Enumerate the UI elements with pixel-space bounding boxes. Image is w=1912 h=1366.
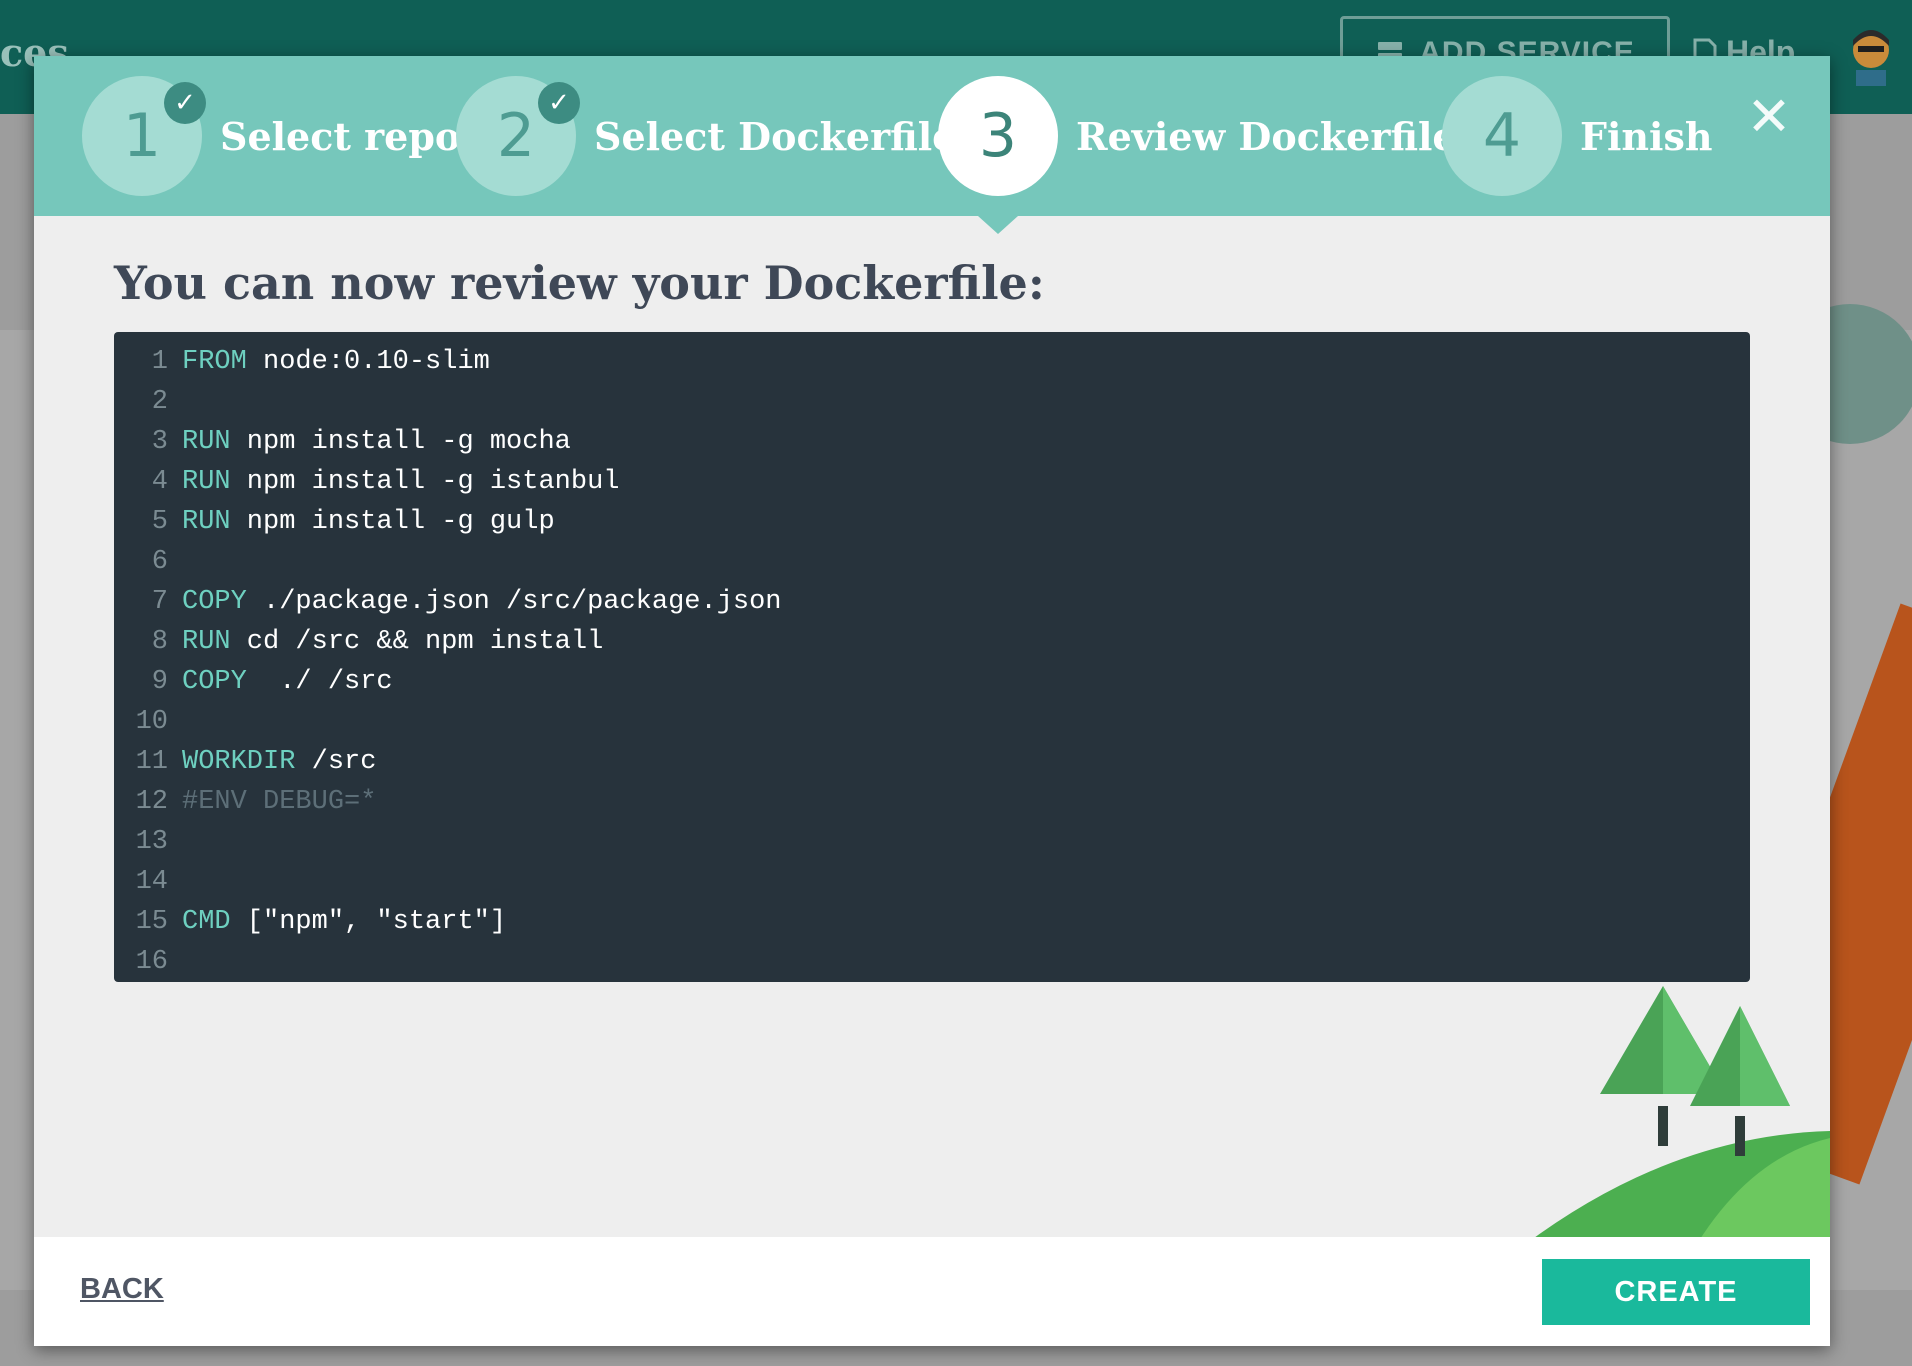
code-arguments: npm install -g istanbul (230, 467, 620, 497)
code-keyword: CMD (182, 907, 231, 937)
line-number: 7 (151, 587, 168, 617)
line-number: 5 (151, 507, 168, 537)
code-arguments: cd /src && npm install (230, 627, 604, 657)
line-number: 13 (135, 827, 168, 857)
avatar[interactable] (1846, 26, 1896, 86)
step-label: Finish (1580, 113, 1713, 159)
check-icon: ✓ (538, 82, 580, 124)
code-arguments: node:0.10-slim (246, 347, 490, 377)
step-number: 3 (978, 101, 1018, 171)
step-number-circle: 3 (938, 76, 1058, 196)
code-comment: #ENV DEBUG=* (182, 787, 377, 817)
code-arguments: ["npm", "start"] (230, 907, 507, 937)
code-arguments: npm install -g gulp (230, 507, 555, 537)
line-number: 16 (135, 947, 168, 977)
line-number: 2 (151, 387, 168, 417)
code-line: 13 (114, 822, 182, 862)
line-number: 9 (151, 667, 168, 697)
active-step-pointer (978, 216, 1018, 234)
code-line: 12 #ENV DEBUG=* (114, 782, 377, 822)
line-number: 14 (135, 867, 168, 897)
code-arguments: /src (295, 747, 377, 777)
code-line: 6 (114, 542, 182, 582)
step-label: Select Dockerfile (594, 113, 957, 159)
code-keyword: RUN (182, 467, 231, 497)
step-number-circle: 2 ✓ (456, 76, 580, 196)
code-arguments: npm install -g mocha (230, 427, 571, 457)
code-keyword: RUN (182, 427, 231, 457)
step-number: 4 (1482, 101, 1522, 171)
wizard-steps: 1 ✓ Select repo 2 ✓ Select Dockerfile 3 … (34, 56, 1830, 216)
step-number-circle: 1 ✓ (82, 76, 206, 196)
step-number-circle: 4 (1442, 76, 1562, 196)
code-line: 2 (114, 382, 182, 422)
code-line: 1 FROM node:0.10-slim (114, 342, 490, 382)
step-review-dockerfile[interactable]: 3 Review Dockerfile (938, 76, 1457, 196)
code-arguments: ./package.json /src/package.json (246, 587, 782, 617)
code-line: 7 COPY ./package.json /src/package.json (114, 582, 782, 622)
line-number: 1 (151, 347, 168, 377)
code-keyword: WORKDIR (182, 747, 296, 777)
code-line: 15 CMD ["npm", "start"] (114, 902, 506, 942)
create-button[interactable]: CREATE (1542, 1259, 1810, 1325)
code-line: 3 RUN npm install -g mocha (114, 422, 571, 462)
code-keyword: COPY (182, 667, 247, 697)
code-keyword: RUN (182, 507, 231, 537)
code-keyword: COPY (182, 587, 247, 617)
code-line: 11 WORKDIR /src (114, 742, 377, 782)
line-number: 8 (151, 627, 168, 657)
step-label: Select repo (220, 113, 461, 159)
step-select-dockerfile[interactable]: 2 ✓ Select Dockerfile (456, 76, 956, 196)
line-number: 10 (135, 707, 168, 737)
step-finish[interactable]: 4 Finish (1442, 76, 1713, 196)
create-service-modal: 1 ✓ Select repo 2 ✓ Select Dockerfile 3 … (34, 56, 1830, 1346)
code-keyword: RUN (182, 627, 231, 657)
step-select-repo[interactable]: 1 ✓ Select repo (82, 76, 460, 196)
code-line: 4 RUN npm install -g istanbul (114, 462, 620, 502)
code-line: 14 (114, 862, 182, 902)
modal-footer: BACK CREATE (34, 1237, 1830, 1346)
code-line: 16 (114, 942, 182, 982)
code-line: 9 COPY ./ /src (114, 662, 393, 702)
line-number: 6 (151, 547, 168, 577)
code-keyword: FROM (182, 347, 247, 377)
step-label: Review Dockerfile (1076, 113, 1457, 159)
back-button[interactable]: BACK (80, 1273, 164, 1306)
line-number: 4 (151, 467, 168, 497)
code-line: 8 RUN cd /src && npm install (114, 622, 603, 662)
line-number: 3 (151, 427, 168, 457)
step-number: 2 (496, 101, 536, 171)
check-icon: ✓ (164, 82, 206, 124)
code-arguments: ./ /src (246, 667, 393, 697)
code-line: 10 (114, 702, 182, 742)
review-heading: You can now review your Dockerfile: (114, 256, 1045, 310)
line-number: 11 (135, 747, 168, 777)
code-line: 5 RUN npm install -g gulp (114, 502, 555, 542)
close-icon[interactable]: ✕ (1744, 90, 1794, 144)
line-number: 12 (135, 787, 168, 817)
dockerfile-editor[interactable]: 1 FROM node:0.10-slim 2 3 RUN npm install -g… (114, 332, 1750, 982)
line-number: 15 (135, 907, 168, 937)
step-number: 1 (122, 101, 162, 171)
